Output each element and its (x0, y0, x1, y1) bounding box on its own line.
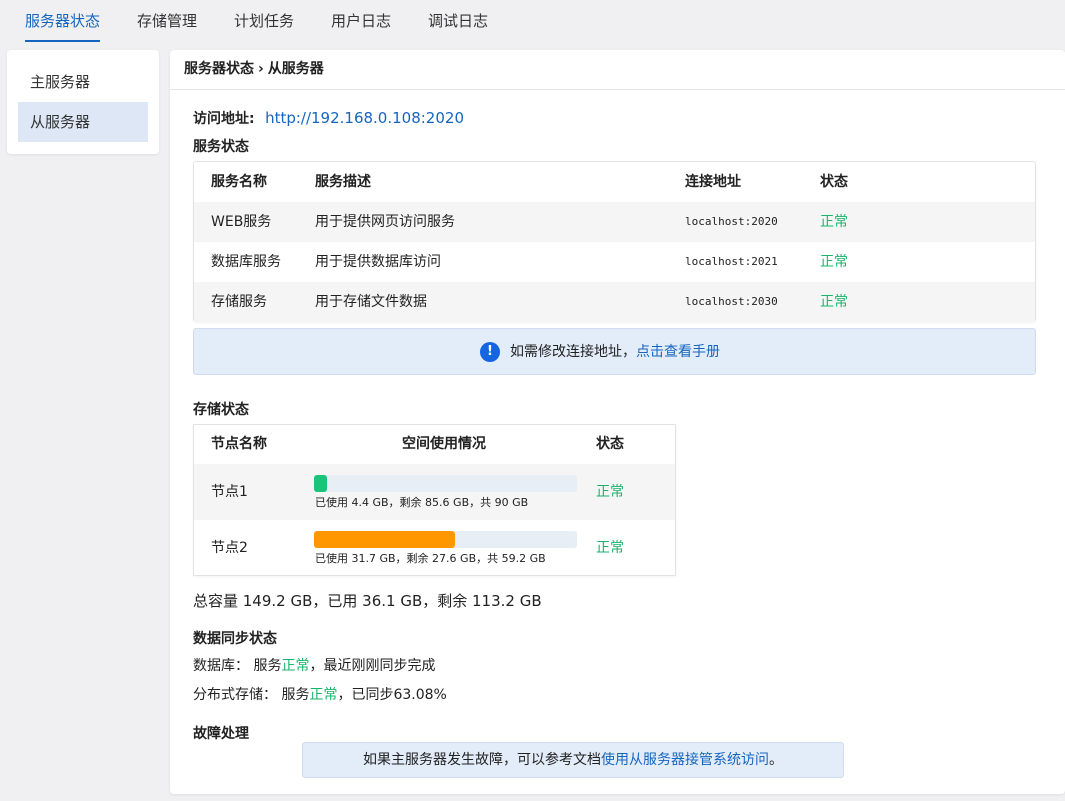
node-name: 节点1 (211, 484, 248, 500)
table-row: 节点1 已使用 4.4 GB，剩余 85.6 GB，共 90 GB 正常 (194, 464, 675, 520)
connection-notice: ! 如需修改连接地址，点击查看手册 (193, 328, 1036, 375)
tab-debug-log[interactable]: 调试日志 (428, 0, 488, 42)
fault-doc-box: 如果主服务器发生故障，可以参考文档使用从服务器接管系统访问。 (302, 742, 844, 778)
status-badge: 正常 (281, 658, 310, 674)
service-desc: 用于提供数据库访问 (315, 254, 441, 270)
storage-table-header: 节点名称 空间使用情况 状态 (194, 425, 675, 464)
status-badge: 正常 (309, 687, 338, 703)
status-badge: 正常 (596, 540, 624, 556)
tab-user-log[interactable]: 用户日志 (331, 0, 391, 42)
breadcrumb-separator-icon: › (258, 61, 264, 77)
tab-scheduled-tasks[interactable]: 计划任务 (234, 0, 294, 42)
col-service-desc: 服务描述 (315, 174, 371, 190)
service-table: 服务名称 服务描述 连接地址 状态 WEB服务 用于提供网页访问服务 local… (193, 161, 1036, 322)
usage-bar-fill (314, 531, 455, 548)
sidebar-item-main-server[interactable]: 主服务器 (18, 62, 148, 102)
service-status-title: 服务状态 (193, 139, 249, 155)
col-node-status: 状态 (596, 436, 624, 452)
notice-content: ! 如需修改连接地址，点击查看手册 (480, 341, 720, 363)
fault-handling-title: 故障处理 (193, 726, 249, 742)
col-status: 状态 (820, 174, 848, 190)
table-row: 数据库服务 用于提供数据库访问 localhost:2021 正常 (194, 242, 1035, 282)
col-node-name: 节点名称 (211, 436, 267, 452)
status-badge: 正常 (596, 484, 624, 500)
status-badge: 正常 (820, 294, 848, 310)
service-address: localhost:2021 (685, 255, 778, 268)
service-name: 存储服务 (211, 294, 267, 310)
breadcrumb: 服务器状态 › 从服务器 (184, 50, 324, 89)
sync-db-prefix: 数据库： 服务 (193, 658, 282, 674)
access-address: 访问地址: http://192.168.0.108:2020 (193, 108, 464, 128)
storage-table: 节点名称 空间使用情况 状态 节点1 已使用 4.4 GB，剩余 85.6 GB… (193, 424, 676, 576)
sync-dist-line: 分布式存储： 服务正常，已同步63.08% (193, 684, 447, 704)
sync-status-title: 数据同步状态 (193, 631, 277, 647)
sync-db-line: 数据库： 服务正常，最近刚刚同步完成 (193, 655, 435, 675)
manual-link[interactable]: 点击查看手册 (636, 344, 720, 360)
info-icon: ! (480, 342, 500, 362)
sidebar-item-secondary-server[interactable]: 从服务器 (18, 102, 148, 142)
usage-caption: 已使用 4.4 GB，剩余 85.6 GB，共 90 GB (315, 496, 529, 509)
service-address: localhost:2030 (685, 295, 778, 308)
usage-bar-fill (314, 475, 327, 492)
node-name: 节点2 (211, 540, 248, 556)
table-row: 节点2 已使用 31.7 GB，剩余 27.6 GB，共 59.2 GB 正常 (194, 520, 675, 576)
usage-bar (314, 475, 577, 492)
breadcrumb-current: 从服务器 (267, 61, 324, 77)
usage-bar (314, 531, 577, 548)
table-row: WEB服务 用于提供网页访问服务 localhost:2020 正常 (194, 202, 1035, 242)
col-space-usage: 空间使用情况 (402, 436, 486, 452)
sidebar: 主服务器 从服务器 (7, 50, 159, 154)
service-name: 数据库服务 (211, 254, 281, 270)
storage-summary: 总容量 149.2 GB，已用 36.1 GB，剩余 113.2 GB (193, 592, 542, 610)
top-nav: 服务器状态 存储管理 计划任务 用户日志 调试日志 (0, 0, 1065, 42)
divider (170, 89, 1065, 90)
tab-storage-management[interactable]: 存储管理 (137, 0, 197, 42)
col-service-name: 服务名称 (211, 174, 267, 190)
tab-server-status[interactable]: 服务器状态 (25, 0, 101, 42)
main-panel: 服务器状态 › 从服务器 访问地址: http://192.168.0.108:20… (170, 50, 1065, 794)
status-badge: 正常 (820, 214, 848, 230)
col-connection-address: 连接地址 (685, 174, 741, 190)
access-address-label: 访问地址: (193, 111, 255, 127)
service-address: localhost:2020 (685, 215, 778, 228)
sync-db-suffix: ，最近刚刚同步完成 (309, 658, 436, 674)
service-desc: 用于提供网页访问服务 (315, 214, 455, 230)
fault-text: 如果主服务器发生故障，可以参考文档 (363, 752, 601, 768)
fault-text-end: 。 (769, 752, 783, 768)
access-address-link[interactable]: http://192.168.0.108:2020 (265, 109, 464, 127)
table-row: 存储服务 用于存储文件数据 localhost:2030 正常 (194, 282, 1035, 322)
breadcrumb-parent[interactable]: 服务器状态 (184, 61, 254, 77)
status-badge: 正常 (820, 254, 848, 270)
service-desc: 用于存储文件数据 (315, 294, 427, 310)
usage-caption: 已使用 31.7 GB，剩余 27.6 GB，共 59.2 GB (315, 552, 546, 565)
notice-text: 如需修改连接地址， (510, 344, 636, 360)
sync-dist-prefix: 分布式存储： 服务 (193, 687, 310, 703)
sync-dist-suffix: ，已同步63.08% (337, 687, 447, 703)
storage-status-title: 存储状态 (193, 402, 249, 418)
service-table-header: 服务名称 服务描述 连接地址 状态 (194, 162, 1035, 202)
service-name: WEB服务 (211, 214, 272, 230)
takeover-doc-link[interactable]: 使用从服务器接管系统访问 (601, 752, 769, 768)
